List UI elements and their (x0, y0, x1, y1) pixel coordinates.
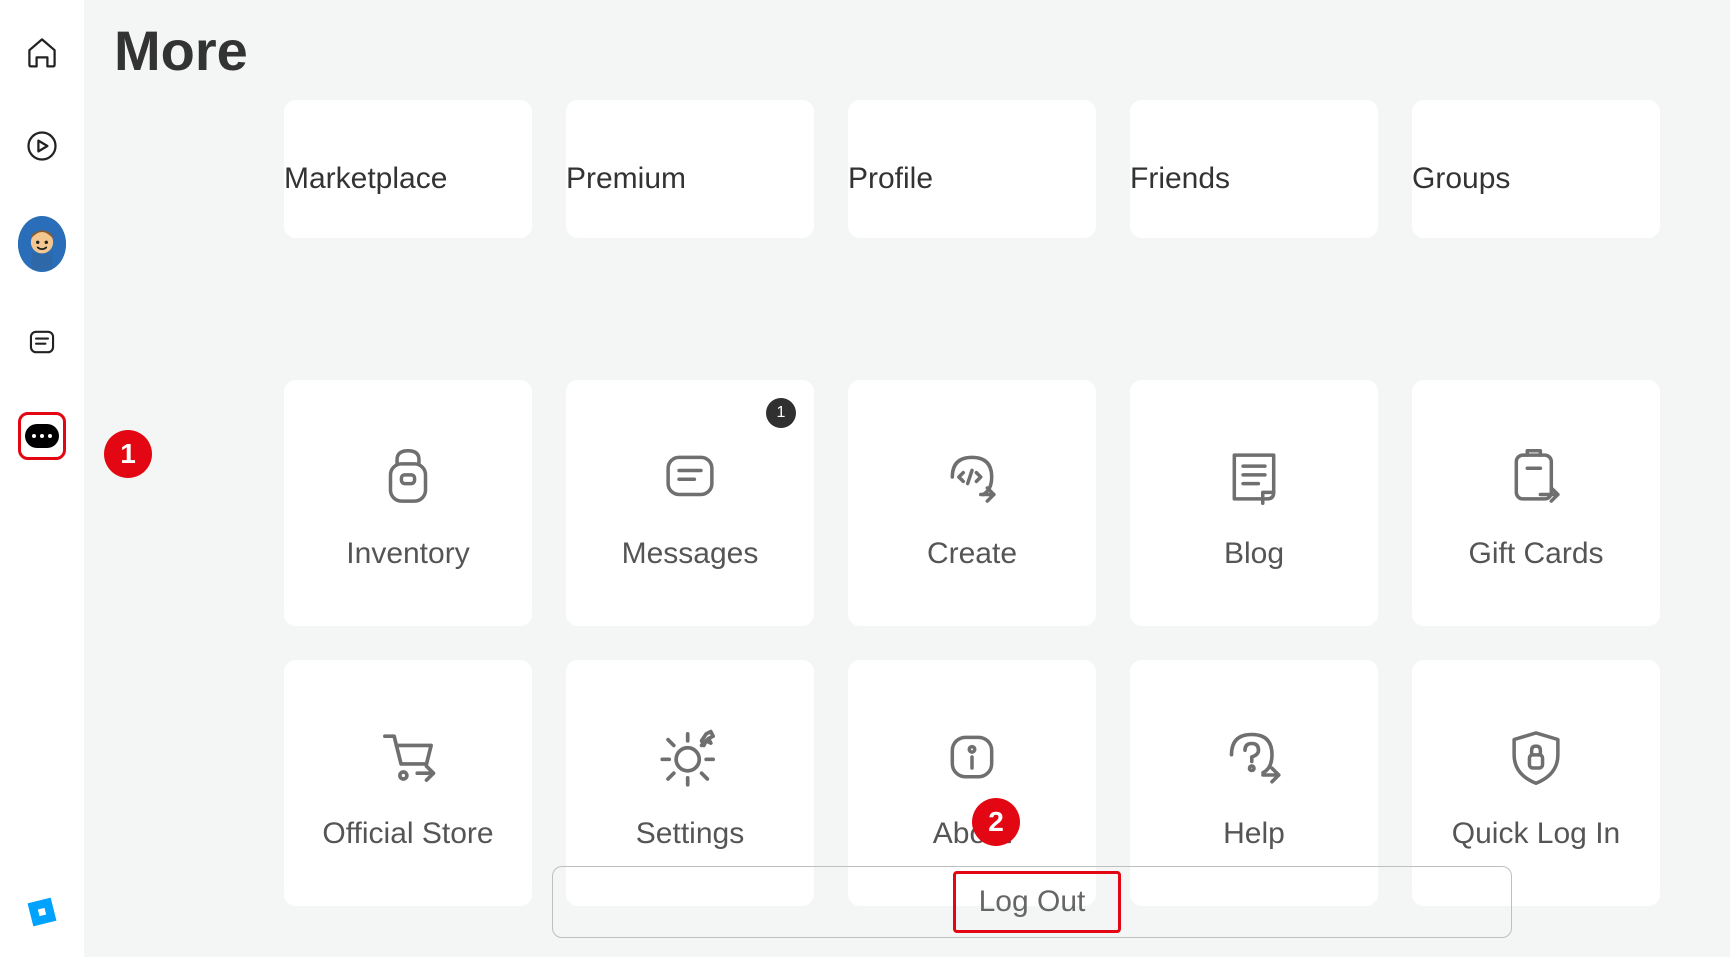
tile-official-store[interactable]: Official Store (284, 660, 532, 906)
tile-label: Messages (622, 537, 759, 571)
create-icon (937, 435, 1007, 519)
tile-label: Official Store (322, 817, 493, 851)
sidebar-item-home[interactable] (18, 28, 66, 76)
chat-icon (25, 325, 59, 359)
tile-label: Friends (1130, 162, 1230, 196)
about-icon (937, 715, 1007, 799)
page-title: More (114, 18, 248, 83)
logout-label: Log Out (979, 885, 1086, 919)
shield-lock-icon (1501, 715, 1571, 799)
sidebar-item-discover[interactable] (18, 122, 66, 170)
tile-label: Quick Log In (1452, 817, 1620, 851)
sidebar-item-avatar[interactable] (18, 216, 66, 272)
sidebar-item-more[interactable] (18, 412, 66, 460)
roblox-logo (0, 895, 84, 929)
logout-button[interactable]: Log Out (552, 866, 1512, 938)
sidebar (0, 0, 84, 957)
tile-groups[interactable]: Groups (1412, 100, 1660, 238)
sidebar-item-chat[interactable] (18, 318, 66, 366)
tile-label: Help (1223, 817, 1285, 851)
tile-premium[interactable]: Premium (566, 100, 814, 238)
tile-label: Settings (636, 817, 744, 851)
inventory-icon (373, 435, 443, 519)
avatar-icon (18, 216, 66, 272)
tile-label: Premium (566, 162, 686, 196)
tile-label: Groups (1412, 162, 1510, 196)
tile-friends[interactable]: Friends (1130, 100, 1378, 238)
tile-label: Gift Cards (1468, 537, 1603, 571)
help-icon (1218, 715, 1290, 799)
more-icon (25, 424, 59, 448)
play-circle-icon (24, 128, 60, 164)
tiles-grid: Marketplace Premium Profile Friends Grou… (284, 100, 1664, 906)
main-content: More Marketplace Premium Profile Friends… (84, 0, 1730, 957)
messages-badge: 1 (766, 398, 796, 428)
blog-icon (1219, 435, 1289, 519)
tile-label: Profile (848, 162, 933, 196)
message-icon (655, 435, 725, 519)
annotation-badge-1: 1 (104, 430, 152, 478)
settings-icon (653, 715, 727, 799)
tile-marketplace[interactable]: Marketplace (284, 100, 532, 238)
tile-messages[interactable]: 1 Messages (566, 380, 814, 626)
tile-gift-cards[interactable]: Gift Cards (1412, 380, 1660, 626)
tile-inventory[interactable]: Inventory (284, 380, 532, 626)
tile-create[interactable]: Create (848, 380, 1096, 626)
tile-blog[interactable]: Blog (1130, 380, 1378, 626)
home-icon (24, 34, 60, 70)
gift-card-icon (1501, 435, 1571, 519)
tile-label: Blog (1224, 537, 1284, 571)
store-icon (371, 715, 445, 799)
tile-label: Create (927, 537, 1017, 571)
tile-label: Inventory (346, 537, 469, 571)
tile-profile[interactable]: Profile (848, 100, 1096, 238)
tile-label: About (933, 817, 1011, 851)
tile-label: Marketplace (284, 162, 447, 196)
